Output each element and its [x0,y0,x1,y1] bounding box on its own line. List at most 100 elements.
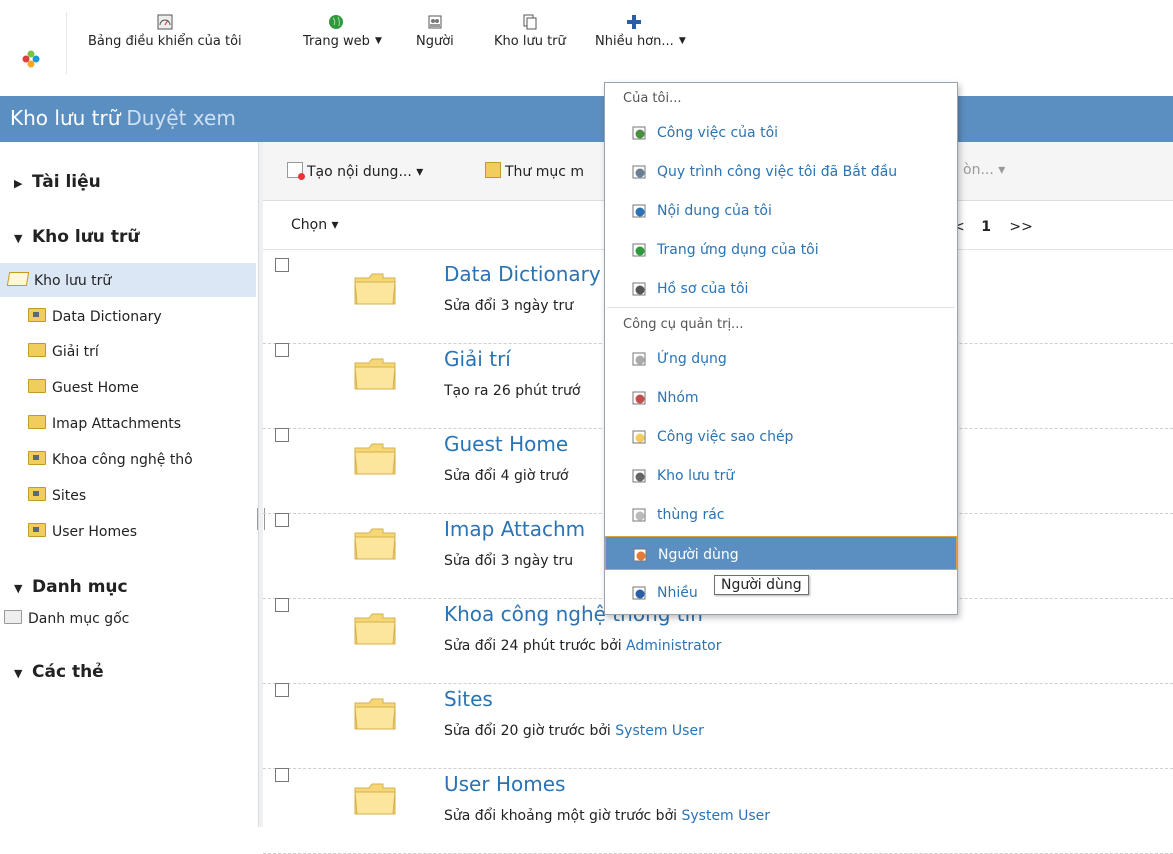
table-row: User Homes Sửa đổi khoảng một giờ trước b… [263,768,1173,854]
row-checkbox[interactable] [275,768,289,782]
menu-item[interactable]: Công việc của tôi [605,115,957,149]
more-dropdown-menu: Của tôi... Công việc của tôi Quy trình cô… [604,82,958,615]
tree-item-category-root[interactable]: Danh mục gốc [4,610,129,627]
nav-people[interactable]: Người [416,14,454,49]
content-icon [632,204,646,218]
page-header: Kho lưu trữ Duyệt xem [0,96,1173,142]
menu-item[interactable]: Nội dung của tôi [605,193,957,227]
nav-sites[interactable]: Trang web ▼ [303,14,382,49]
globe-icon [329,15,344,29]
tree-label: Guest Home [52,380,139,396]
tree-item-repository-root[interactable]: Kho lưu trữ [6,272,112,289]
nav-label: Nhiều hơn... [595,34,674,49]
more-actions-button[interactable]: òn... ▾ [963,162,1005,178]
folder-icon [354,698,396,730]
menu-item[interactable]: Kho lưu trữ [605,458,957,492]
nav-label: Trang web [303,34,370,49]
menu-item-label: Quy trình công việc tôi đã Bắt đầu [657,164,898,180]
menu-item-label: Người dùng [658,547,739,563]
plus-icon [627,15,642,29]
row-checkbox[interactable] [275,598,289,612]
menu-item[interactable]: Người dùng [605,536,957,570]
row-meta: Sửa đổi 3 ngày tru [444,553,573,569]
menu-item[interactable]: Trang ứng dụng của tôi [605,232,957,266]
tree-item-khoa-cntt[interactable]: Khoa công nghệ thô [28,451,193,468]
menu-item-label: thùng rác [657,507,725,523]
row-checkbox[interactable] [275,428,289,442]
menu-item[interactable]: Công việc sao chép [605,419,957,453]
row-title-link[interactable]: Guest Home [444,432,568,456]
profile-icon [632,282,646,296]
menu-item[interactable]: Nhóm [605,380,957,414]
tree-label: Data Dictionary [52,309,162,325]
tree-item-data-dictionary[interactable]: Data Dictionary [28,308,162,325]
button-label: òn... ▾ [963,162,1006,178]
tree-label: Danh mục gốc [28,611,130,627]
group-icon [632,391,646,405]
next-page-link[interactable]: >> [1009,219,1032,235]
tree-label: Imap Attachments [52,416,182,432]
page-title: Kho lưu trữ Duyệt xem [10,106,236,130]
nav-separator [66,12,67,74]
tree-label: Khoa công nghệ thô [52,452,193,468]
tree-label: Sites [52,488,87,504]
nav-label: Kho lưu trữ [494,34,566,49]
users-icon [633,548,647,562]
row-meta: Sửa đổi 20 giờ trước bởi System User [444,723,704,739]
row-title-link[interactable]: Giải trí [444,347,511,371]
app-logo-icon[interactable] [22,50,40,68]
row-checkbox[interactable] [275,683,289,697]
tree-item-imap-attachments[interactable]: Imap Attachments [28,415,181,432]
tasks-icon [632,126,646,140]
collapse-arrow-icon: ▼ [14,582,23,595]
dashboard-icon [157,14,173,30]
tree-label: Giải trí [52,344,99,360]
section-documents[interactable]: ▶ Tài liệu [14,172,101,192]
folder-icon [28,415,46,429]
row-title-link[interactable]: Imap Attachm [444,517,585,541]
nav-more[interactable]: Nhiều hơn... ▼ [595,14,686,49]
menu-item-label: Trang ứng dụng của tôi [657,242,819,258]
select-menu[interactable]: Chọn ▾ [291,217,339,233]
row-meta-text: Tạo ra 26 phút trướ [444,383,581,399]
select-label: Chọn ▾ [291,217,339,233]
row-user-link[interactable]: System User [615,723,704,739]
row-user-link[interactable]: Administrator [626,638,721,654]
row-checkbox[interactable] [275,343,289,357]
menu-item[interactable]: Hồ sơ của tôi [605,271,957,305]
row-title-link[interactable]: Sites [444,687,493,711]
section-categories[interactable]: ▼ Danh mục [14,577,128,597]
nav-my-dashboard[interactable]: Bảng điều khiển của tôi [88,14,242,49]
create-content-button[interactable]: Tạo nội dung... ▾ [287,162,423,180]
row-checkbox[interactable] [275,513,289,527]
tree-label: Kho lưu trữ [34,273,112,289]
row-checkbox[interactable] [275,258,289,272]
row-title-link[interactable]: Data Dictionary [444,262,601,286]
folder-icon [354,443,396,475]
section-repository[interactable]: ▼ Kho lưu trữ [14,227,139,247]
tree-item-sites[interactable]: Sites [28,487,86,504]
row-meta-text: Sửa đổi 3 ngày trư [444,298,574,314]
tree-item-guest-home[interactable]: Guest Home [28,379,139,396]
tree-item-user-homes[interactable]: User Homes [28,523,137,540]
folder-icon [28,451,46,465]
section-label: Kho lưu trữ [32,227,140,247]
folder-icon [354,358,396,390]
row-meta-text: Sửa đổi 4 giờ trướ [444,468,569,484]
new-folder-button[interactable]: Thư mục m [485,162,584,180]
title-text: Kho lưu trữ [10,106,121,130]
current-page: 1 [981,219,991,235]
menu-item[interactable]: Quy trình công việc tôi đã Bắt đầu [605,154,957,188]
expand-arrow-icon: ▶ [14,177,23,190]
section-tags[interactable]: ▼ Các thẻ [14,662,104,682]
row-meta: Sửa đổi 24 phút trước bởi Administrator [444,638,721,654]
nav-repository[interactable]: Kho lưu trữ [494,14,566,49]
row-title-link[interactable]: User Homes [444,772,565,796]
nav-label: Bảng điều khiển của tôi [88,34,242,49]
row-user-link[interactable]: System User [681,808,770,824]
row-meta-text: Sửa đổi 24 phút trước bởi [444,638,627,654]
tree-item-giai-tri[interactable]: Giải trí [28,343,99,360]
menu-item[interactable]: Ứng dụng [605,341,957,375]
menu-item[interactable]: thùng rác [605,497,957,531]
menu-item-label: Nội dung của tôi [657,203,772,219]
